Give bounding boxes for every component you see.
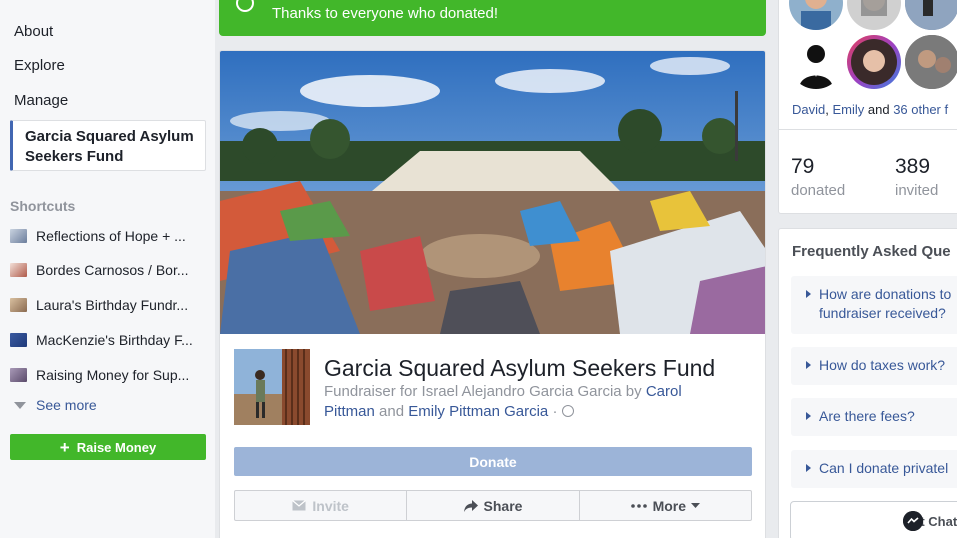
shortcut-item[interactable]: Laura's Birthday Fundr...: [10, 294, 210, 316]
donor-name-link[interactable]: David: [792, 102, 825, 117]
invite-label: Invite: [312, 497, 349, 514]
donors-card: David, Emily and 36 other f 79 donated 3…: [778, 0, 957, 214]
fundraiser-thumbnail[interactable]: [234, 349, 310, 425]
donor-avatar[interactable]: [847, 0, 901, 30]
envelope-icon: [292, 500, 307, 511]
faq-card: Frequently Asked Que How are donations t…: [778, 228, 957, 538]
shortcut-item[interactable]: Reflections of Hope + ...: [10, 225, 210, 247]
donor-name-link[interactable]: Emily: [832, 102, 864, 117]
shortcut-thumbnail: [10, 368, 27, 382]
invited-label: invited: [895, 182, 939, 199]
donated-count: 79: [791, 155, 815, 178]
faq-item[interactable]: How do taxes work?: [791, 347, 957, 385]
faq-question: Are there fees?: [819, 408, 915, 424]
banner-text: Thanks to everyone who donated!: [272, 5, 498, 22]
cover-photo[interactable]: [220, 51, 765, 334]
chevron-right-icon: [806, 361, 811, 369]
nav-about[interactable]: About: [14, 23, 53, 40]
caret-down-icon: [691, 502, 701, 509]
invite-button[interactable]: Invite: [235, 491, 408, 520]
nav-active-fundraiser[interactable]: Garcia Squared Asylum Seekers Fund: [10, 120, 206, 171]
donor-avatar[interactable]: [789, 35, 843, 89]
globe-icon[interactable]: [561, 405, 574, 417]
shortcut-label: Bordes Carnosos / Bor...: [36, 262, 189, 278]
shortcut-label: Raising Money for Sup...: [36, 367, 190, 383]
dot-separator: ·: [548, 403, 562, 420]
shortcut-thumbnail: [10, 333, 27, 347]
shortcut-label: Laura's Birthday Fundr...: [36, 297, 189, 313]
fundraiser-subtitle: Fundraiser for Israel Alejandro Garcia G…: [324, 382, 724, 422]
left-sidebar: About Explore Manage Garcia Squared Asyl…: [0, 0, 215, 538]
more-dots-icon: [630, 503, 647, 508]
share-button[interactable]: Share: [407, 491, 580, 520]
shortcut-label: Reflections of Hope + ...: [36, 228, 186, 244]
donor-avatar[interactable]: [905, 35, 957, 89]
faq-question: Can I donate privatel: [819, 460, 949, 476]
divider: [779, 129, 957, 130]
fundraiser-card: Garcia Squared Asylum Seekers Fund Fundr…: [219, 50, 766, 538]
thanks-banner: Thanks to everyone who donated!: [219, 0, 766, 36]
shortcut-thumbnail: [10, 263, 27, 277]
faq-item[interactable]: Can I donate privatel: [791, 450, 957, 488]
fundraiser-for-text: Fundraiser for Israel Alejandro Garcia G…: [324, 383, 646, 400]
chevron-right-icon: [806, 464, 811, 472]
conj-text: and: [374, 403, 409, 420]
action-bar: Invite Share More: [234, 490, 752, 521]
donated-label: donated: [791, 182, 846, 199]
donor-avatar[interactable]: [789, 0, 843, 30]
share-arrow-icon: [463, 499, 478, 512]
nav-manage[interactable]: Manage: [14, 92, 68, 109]
invited-count: 389: [895, 155, 931, 178]
more-button[interactable]: More: [580, 491, 751, 520]
check-circle-icon: [236, 0, 254, 12]
donors-summary: David, Emily and 36 other f: [792, 102, 948, 117]
chevron-down-icon: [14, 401, 26, 409]
chevron-right-icon: [806, 412, 811, 420]
raise-money-button[interactable]: + Raise Money: [10, 434, 206, 460]
faq-item[interactable]: How are donations to fundraiser received…: [791, 276, 957, 334]
shortcut-thumbnail: [10, 229, 27, 243]
share-label: Share: [483, 497, 523, 514]
organizer-link[interactable]: Emily Pittman Garcia: [408, 403, 548, 420]
donate-button[interactable]: Donate: [234, 447, 752, 476]
raise-money-label: Raise Money: [76, 439, 157, 455]
faq-item[interactable]: Are there fees?: [791, 398, 957, 436]
shortcut-label: MacKenzie's Birthday F...: [36, 332, 193, 348]
nav-explore[interactable]: Explore: [14, 57, 65, 74]
other-donors-link[interactable]: 36 other f: [893, 102, 948, 117]
messenger-icon: [903, 511, 923, 531]
donor-avatar[interactable]: [847, 35, 901, 89]
chevron-right-icon: [806, 290, 811, 298]
faq-heading: Frequently Asked Que: [792, 243, 951, 260]
faq-question: How are donations to fundraiser received…: [819, 286, 952, 321]
donor-avatar[interactable]: [905, 0, 957, 30]
see-more-link[interactable]: See more: [14, 397, 97, 413]
shortcut-item[interactable]: MacKenzie's Birthday F...: [10, 329, 210, 351]
shortcut-item[interactable]: Raising Money for Sup...: [10, 364, 210, 386]
fundraiser-title: Garcia Squared Asylum Seekers Fund: [324, 355, 716, 381]
shortcut-thumbnail: [10, 298, 27, 312]
faq-question: How do taxes work?: [819, 357, 946, 373]
and-text: and: [864, 102, 894, 117]
see-more-label: See more: [36, 397, 97, 413]
more-label: More: [652, 497, 687, 514]
get-chat-button[interactable]: Get Chat: [790, 501, 957, 538]
shortcuts-heading: Shortcuts: [10, 198, 76, 214]
plus-icon: +: [59, 437, 70, 457]
shortcut-item[interactable]: Bordes Carnosos / Bor...: [10, 259, 210, 281]
